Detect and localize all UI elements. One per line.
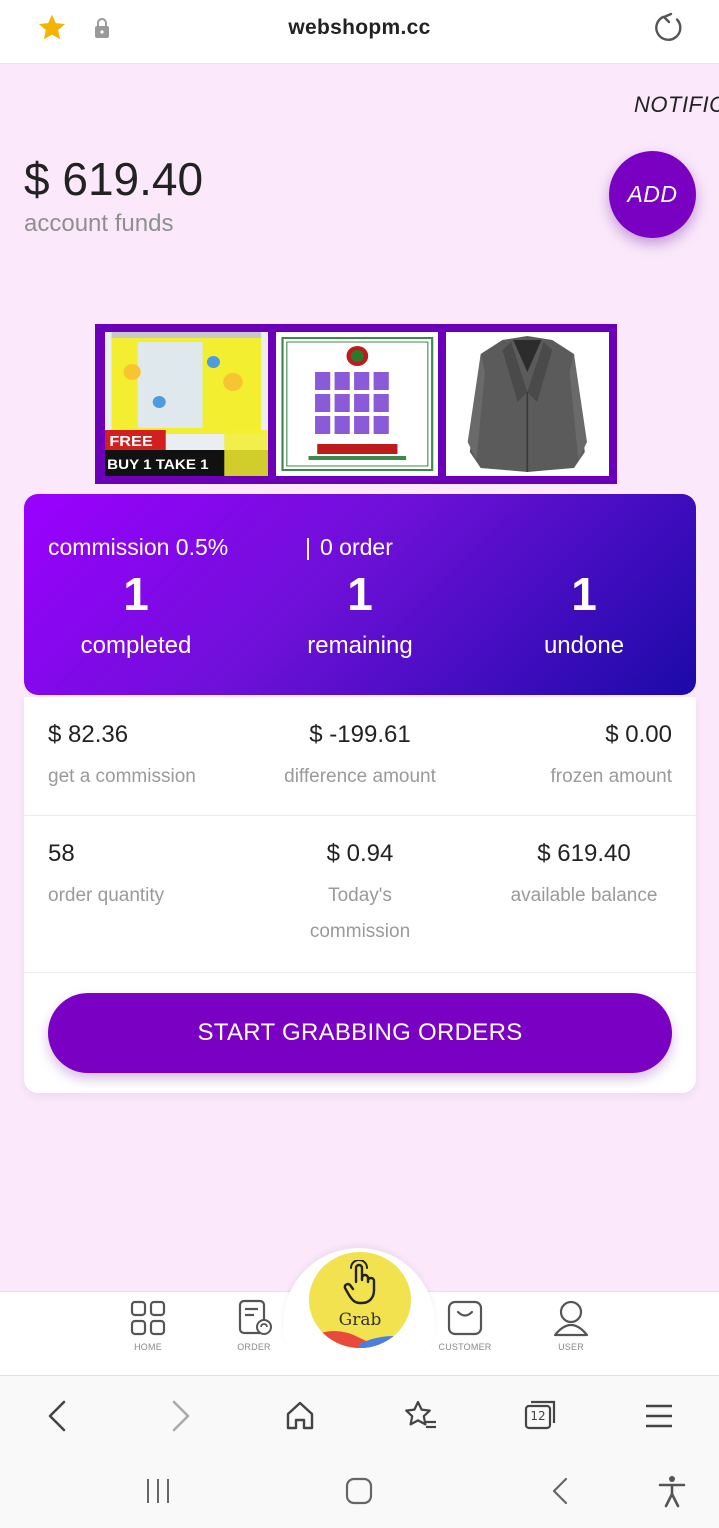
- tab-customer-label: CUSTOMER: [438, 1342, 492, 1352]
- stats-separator: |: [305, 534, 311, 560]
- frozen-cell: $ 0.00 frozen amount: [551, 721, 672, 795]
- home-icon[interactable]: [280, 1396, 320, 1436]
- user-icon: [553, 1300, 589, 1337]
- today-commission-cell: $ 0.94 Today's commission: [290, 840, 430, 950]
- difference-cell: $ -199.61 difference amount: [260, 721, 460, 795]
- available-balance-cell: $ 619.40 available balance: [494, 840, 674, 914]
- completed-label: completed: [80, 632, 192, 659]
- get-commission-label: get a commission: [48, 766, 196, 787]
- tabs-button[interactable]: 12: [520, 1396, 560, 1436]
- tab-order-label: ORDER: [237, 1342, 271, 1352]
- customer-service-icon: [447, 1300, 483, 1336]
- details-row-1: $ 82.36 get a commission $ -199.61 diffe…: [24, 697, 696, 816]
- browser-url-bar: webshopm.cc: [0, 0, 719, 64]
- details-card: $ 82.36 get a commission $ -199.61 diffe…: [24, 697, 696, 1093]
- frozen-label: frozen amount: [550, 766, 672, 787]
- recent-apps-icon[interactable]: [140, 1473, 176, 1509]
- get-commission-cell: $ 82.36 get a commission: [48, 721, 196, 795]
- stat-undone: 1 undone: [472, 566, 696, 660]
- notification-link[interactable]: NOTIFIC: [634, 92, 719, 118]
- product-banner[interactable]: FREE BUY 1 TAKE 1: [95, 324, 617, 484]
- order-icon: [238, 1299, 272, 1335]
- accessibility-icon[interactable]: [654, 1473, 690, 1509]
- completed-value: 1: [123, 568, 149, 620]
- today-commission-label: Today's commission: [309, 885, 411, 942]
- order-quantity-value: 58: [48, 840, 75, 867]
- details-row-2: 58 order quantity $ 0.94 Today's commiss…: [24, 816, 696, 973]
- order-quantity-cell: 58 order quantity: [48, 840, 164, 914]
- tab-user-label: USER: [558, 1342, 584, 1352]
- menu-icon[interactable]: [640, 1396, 680, 1436]
- difference-value: $ -199.61: [309, 721, 411, 748]
- tap-hand-icon: [343, 1260, 376, 1305]
- home-grid-icon: [130, 1300, 166, 1336]
- account-funds-label: account funds: [24, 210, 174, 237]
- banner-tile-blazer: [446, 332, 610, 476]
- frozen-value: $ 0.00: [605, 721, 672, 748]
- tab-user[interactable]: USER: [531, 1298, 611, 1352]
- url-text[interactable]: webshopm.cc: [0, 16, 719, 40]
- forward-arrow-icon[interactable]: [160, 1396, 200, 1436]
- order-count: 0 order: [320, 534, 393, 560]
- back-arrow-icon[interactable]: [38, 1396, 78, 1436]
- system-back-icon[interactable]: [543, 1473, 579, 1509]
- tab-order[interactable]: ORDER: [214, 1298, 294, 1352]
- available-balance-value: $ 619.40: [537, 840, 631, 867]
- banner-free-text: FREE: [109, 434, 152, 450]
- browser-nav-bar: 12: [0, 1375, 719, 1453]
- difference-label: difference amount: [284, 766, 436, 787]
- stat-completed: 1 completed: [24, 566, 248, 660]
- get-commission-value: $ 82.36: [48, 721, 129, 748]
- stats-summary-card: commission 0.5% | 0 order 1 completed 1 …: [24, 494, 696, 695]
- tab-home-label: HOME: [134, 1342, 162, 1352]
- reload-icon[interactable]: [651, 10, 687, 46]
- bookmarks-star-icon[interactable]: [400, 1396, 440, 1436]
- grab-label: Grab: [338, 1310, 382, 1330]
- banner-tile-curtains: FREE BUY 1 TAKE 1: [105, 332, 268, 476]
- today-commission-value: $ 0.94: [326, 840, 394, 867]
- tab-home[interactable]: HOME: [108, 1298, 188, 1352]
- available-balance-label: available balance: [510, 885, 658, 906]
- blazer-image: [446, 332, 610, 476]
- tab-customer[interactable]: CUSTOMER: [425, 1298, 505, 1352]
- order-quantity-label: order quantity: [48, 885, 165, 906]
- banner-buy-text: BUY 1 TAKE 1: [107, 457, 208, 472]
- banner-tile-snacks: [275, 332, 439, 476]
- tab-grab[interactable]: Grab: [309, 1252, 411, 1348]
- tab-count: 12: [530, 1409, 546, 1423]
- account-funds-amount: $ 619.40: [24, 153, 204, 205]
- undone-value: 1: [571, 568, 597, 620]
- stat-remaining: 1 remaining: [248, 566, 472, 660]
- add-funds-button[interactable]: ADD: [609, 151, 696, 238]
- curtains-image: FREE BUY 1 TAKE 1: [105, 332, 268, 476]
- snacks-image: [275, 332, 439, 476]
- start-grabbing-button[interactable]: START GRABBING ORDERS: [48, 993, 672, 1073]
- system-nav-bar: [0, 1453, 719, 1528]
- undone-label: undone: [543, 632, 625, 659]
- remaining-label: remaining: [307, 632, 413, 659]
- remaining-value: 1: [347, 568, 373, 620]
- commission-rate: commission 0.5%: [48, 534, 229, 560]
- home-button-icon[interactable]: [341, 1473, 377, 1509]
